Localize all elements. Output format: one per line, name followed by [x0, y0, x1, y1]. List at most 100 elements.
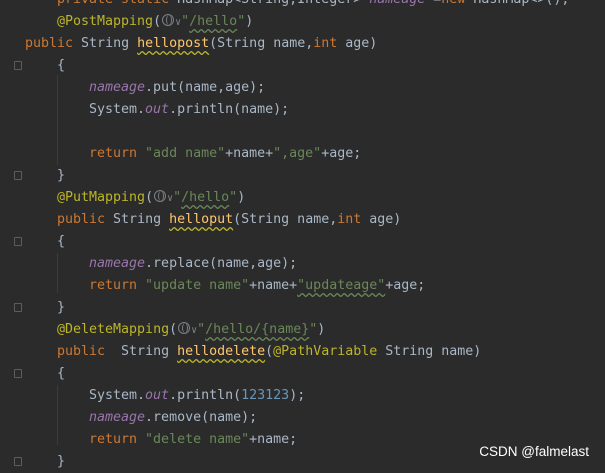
code-token: return — [89, 146, 146, 161]
code-token: +name; — [249, 432, 298, 447]
code-token: /hello — [189, 14, 238, 29]
code-token: "delete name" — [145, 432, 250, 447]
code-token: " — [237, 14, 246, 29]
code-token: age) — [345, 36, 378, 51]
editor-gutter — [0, 0, 40, 468]
code-token: } — [57, 168, 66, 183]
code-token: .replace(name,age); — [145, 256, 298, 271]
code-token: return — [89, 278, 146, 293]
code-token: .put(name,age); — [145, 80, 266, 95]
code-line[interactable]: public String hellodelete(@PathVariable … — [57, 341, 481, 363]
code-token: (String name, — [233, 212, 338, 227]
code-token: ( — [265, 344, 274, 359]
code-token: out — [145, 102, 170, 117]
code-token: +name+ — [225, 146, 274, 161]
code-line[interactable]: return "add name"+name+",age"+age; — [89, 143, 361, 165]
code-token: .println(name); — [169, 102, 290, 117]
code-token: age) — [369, 212, 402, 227]
code-token: ( — [145, 190, 154, 205]
code-token: out — [145, 388, 170, 403]
code-token: nameage — [89, 256, 146, 271]
code-line[interactable]: public String hellopost(String name,int … — [25, 33, 377, 55]
code-line[interactable]: System.out.println(name); — [89, 99, 289, 121]
code-token: " — [197, 322, 206, 337]
code-line[interactable]: { — [57, 231, 65, 253]
code-token: } — [57, 454, 66, 469]
web-endpoint-icon[interactable] — [162, 14, 175, 26]
code-token: HashMap<String,Integer> — [177, 0, 369, 7]
code-line[interactable]: } — [57, 297, 65, 319]
code-token: nameage — [369, 0, 425, 7]
code-token: HashMap<>(); — [473, 0, 569, 7]
indent-guide — [57, 75, 58, 165]
code-token: /hello — [181, 190, 230, 205]
code-line[interactable]: nameage.remove(name); — [89, 407, 257, 429]
code-line[interactable]: } — [57, 165, 65, 187]
code-token: hellopost — [137, 36, 210, 51]
code-token: System. — [89, 388, 146, 403]
code-token: ( — [169, 322, 178, 337]
code-token: .println( — [169, 388, 242, 403]
code-line[interactable]: @DeleteMapping(∨"/hello/{name}") — [57, 319, 325, 341]
code-token: String — [121, 344, 178, 359]
code-token: { — [57, 366, 66, 381]
code-token: int — [337, 212, 370, 227]
code-token: +age; — [385, 278, 426, 293]
indent-guide — [57, 253, 58, 293]
code-token: " — [229, 190, 238, 205]
indent-guide — [57, 385, 58, 445]
fold-marker-icon[interactable] — [14, 237, 22, 246]
code-token: } — [57, 300, 66, 315]
web-endpoint-icon[interactable] — [154, 190, 167, 202]
code-line[interactable]: @PutMapping(∨"/hello") — [57, 187, 245, 209]
web-endpoint-icon[interactable] — [178, 322, 191, 334]
code-line[interactable]: { — [57, 55, 65, 77]
code-line[interactable]: System.out.println(123123); — [89, 385, 305, 407]
code-line[interactable]: } — [57, 451, 65, 473]
code-token: String — [113, 212, 170, 227]
code-token: ) — [237, 190, 246, 205]
code-token: /hello/{name} — [205, 322, 310, 337]
code-line[interactable]: private static HashMap<String,Integer> n… — [57, 0, 569, 11]
code-token: String — [81, 36, 138, 51]
code-token: .remove(name); — [145, 410, 258, 425]
code-token: ) — [245, 14, 254, 29]
code-line[interactable]: return "update name"+name+"updateage"+ag… — [89, 275, 425, 297]
code-token: @PathVariable — [273, 344, 386, 359]
code-token: ( — [153, 14, 162, 29]
code-line[interactable]: @PostMapping(∨"/hello") — [57, 11, 253, 33]
code-token: 123123 — [241, 388, 290, 403]
code-token: ",age" — [273, 146, 322, 161]
code-token: public — [57, 344, 122, 359]
code-token: helloput — [169, 212, 234, 227]
code-token: ); — [289, 388, 306, 403]
code-token: private static — [57, 0, 177, 7]
code-token: new — [441, 0, 473, 7]
fold-marker-icon[interactable] — [14, 457, 22, 466]
code-token: { — [57, 58, 66, 73]
code-line[interactable]: public String helloput(String name,int a… — [57, 209, 401, 231]
fold-marker-icon[interactable] — [14, 61, 22, 70]
code-token: public — [25, 36, 82, 51]
code-token: nameage — [89, 80, 146, 95]
code-token: public — [57, 212, 114, 227]
code-line[interactable]: { — [57, 363, 65, 385]
code-token: +age; — [321, 146, 362, 161]
code-token: = — [425, 0, 441, 7]
code-token: +name+ — [249, 278, 298, 293]
code-token: " — [181, 14, 190, 29]
fold-marker-icon[interactable] — [14, 303, 22, 312]
code-token: " — [173, 190, 182, 205]
code-line[interactable]: return "delete name"+name; — [89, 429, 297, 451]
code-token: { — [57, 234, 66, 249]
fold-marker-icon[interactable] — [14, 369, 22, 378]
code-line[interactable]: nameage.replace(name,age); — [89, 253, 297, 275]
code-token: nameage — [89, 410, 146, 425]
fold-marker-icon[interactable] — [14, 171, 22, 180]
code-token: "add name" — [145, 146, 226, 161]
code-token: @PutMapping — [57, 190, 146, 205]
watermark: CSDN @falmelast — [479, 444, 589, 459]
code-token: int — [313, 36, 346, 51]
code-line[interactable]: nameage.put(name,age); — [89, 77, 265, 99]
code-token: return — [89, 432, 146, 447]
